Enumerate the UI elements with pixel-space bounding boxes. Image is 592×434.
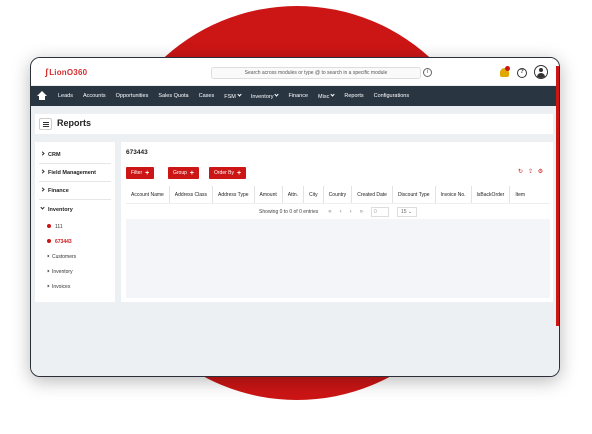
- chevron-right-icon: [40, 151, 45, 156]
- table-body-empty: [126, 219, 550, 298]
- app-window: ʃLionO360 Search across modules or type …: [30, 57, 560, 377]
- sidebar-report-673443[interactable]: 673443: [47, 239, 72, 245]
- chevron-right-icon: [46, 254, 50, 258]
- page-size-value: 15: [400, 208, 407, 215]
- filter-button[interactable]: Filter +: [126, 167, 155, 179]
- divider: [39, 163, 111, 164]
- nav-item-inventory[interactable]: Inventory: [251, 93, 279, 100]
- column-header[interactable]: Item: [510, 186, 530, 203]
- column-header[interactable]: Discount Type: [393, 186, 436, 203]
- chevron-right-icon: [46, 269, 50, 273]
- nav-item-fsm[interactable]: FSM: [224, 93, 241, 100]
- column-header[interactable]: IsBackOrder: [472, 186, 511, 203]
- user-avatar-icon[interactable]: [534, 65, 548, 79]
- sidebar-subitem-label: 673443: [55, 239, 72, 245]
- page-title: Reports: [57, 118, 92, 128]
- logo-mark-icon: ʃ: [45, 67, 49, 77]
- refresh-icon[interactable]: ↻: [517, 169, 524, 176]
- column-header[interactable]: Country: [324, 186, 353, 203]
- nav-item-misc[interactable]: Misc: [318, 93, 334, 100]
- page-size-select[interactable]: 15 ⌄: [396, 206, 417, 217]
- home-icon[interactable]: [37, 91, 47, 101]
- report-panel: 673443 Filter + Group + Order By + ↻ ⇪ ⚙ Ac…: [121, 142, 553, 302]
- filter-button-label: Filter: [131, 170, 143, 176]
- sidebar-section-field-management[interactable]: Field Management: [40, 169, 96, 176]
- nav-item-configurations[interactable]: Configurations: [374, 93, 409, 99]
- sidebar-section-crm[interactable]: CRM: [40, 151, 61, 158]
- column-header[interactable]: Attn.: [283, 186, 305, 203]
- nav-item-sales-quota[interactable]: Sales Quota: [158, 93, 188, 99]
- app-logo[interactable]: ʃLionO360: [45, 67, 87, 77]
- sidebar-folder-inventory[interactable]: Inventory: [46, 269, 73, 275]
- order-by-button-label: Order By: [214, 170, 235, 176]
- last-page-icon[interactable]: »: [360, 209, 363, 215]
- sidebar-subitem-label: 111: [55, 224, 63, 230]
- group-button-label: Group: [173, 170, 187, 176]
- sidebar-subitem-label: Inventory: [52, 269, 73, 275]
- column-header[interactable]: Address Class: [170, 186, 214, 203]
- sidebar-section-inventory[interactable]: Inventory: [40, 205, 73, 213]
- sidebar-section-label: CRM: [48, 152, 61, 158]
- nav-item-opportunities[interactable]: Opportunities: [116, 93, 149, 99]
- global-search-input[interactable]: Search across modules or type @ to searc…: [211, 67, 421, 79]
- chevron-right-icon: [40, 187, 45, 192]
- column-header[interactable]: City: [304, 186, 324, 203]
- report-title: 673443: [126, 149, 148, 156]
- prev-page-icon[interactable]: ‹: [340, 209, 342, 215]
- sidebar-report-111[interactable]: 111: [47, 224, 63, 230]
- column-header[interactable]: Amount: [255, 186, 283, 203]
- chevron-right-icon: [46, 284, 50, 288]
- nav-item-reports[interactable]: Reports: [344, 93, 363, 99]
- bullet-icon: [47, 224, 51, 228]
- nav-items: Leads Accounts Opportunities Sales Quota Cas…: [53, 86, 414, 106]
- top-bar: ʃLionO360 Search across modules or type …: [31, 58, 559, 86]
- scrollbar[interactable]: [556, 66, 559, 326]
- bullet-icon: [47, 239, 51, 243]
- plus-icon: +: [237, 170, 242, 177]
- content-area: Reports CRM Field Management Finance Inv…: [31, 106, 559, 376]
- group-button[interactable]: Group +: [168, 167, 199, 179]
- logo-text: LionO360: [49, 68, 88, 77]
- order-by-button[interactable]: Order By +: [209, 167, 247, 179]
- chevron-down-icon: [40, 205, 45, 210]
- main-navbar: Leads Accounts Opportunities Sales Quota Cas…: [31, 86, 559, 106]
- pagination-info: Showing 0 to 0 of 0 entries: [259, 208, 319, 215]
- reports-sidebar: CRM Field Management Finance Inventory 1…: [35, 142, 115, 302]
- column-header[interactable]: Address Type: [213, 186, 255, 203]
- nav-item-accounts[interactable]: Accounts: [83, 93, 106, 99]
- column-header[interactable]: Invoice No.: [436, 186, 472, 203]
- nav-item-finance[interactable]: Finance: [288, 93, 308, 99]
- menu-toggle-icon[interactable]: [39, 118, 52, 130]
- nav-item-leads[interactable]: Leads: [58, 93, 73, 99]
- report-table: Account Name Address Class Address Type Amo…: [126, 186, 550, 298]
- page-number-input[interactable]: 0: [370, 206, 389, 217]
- chevron-right-icon: [40, 169, 45, 174]
- plus-icon: +: [189, 170, 194, 177]
- page-header: Reports: [35, 114, 553, 134]
- nav-item-cases[interactable]: Cases: [199, 93, 215, 99]
- plus-icon: +: [145, 170, 150, 177]
- sidebar-subitem-label: Customers: [52, 254, 77, 260]
- settings-icon[interactable]: ⚙: [537, 169, 544, 176]
- sidebar-section-label: Field Management: [48, 170, 96, 176]
- stage: ʃLionO360 Search across modules or type …: [0, 0, 592, 434]
- divider: [39, 199, 111, 200]
- sidebar-section-finance[interactable]: Finance: [40, 187, 69, 194]
- table-header: Account Name Address Class Address Type Amo…: [126, 186, 550, 204]
- info-icon[interactable]: i: [423, 68, 432, 77]
- sidebar-subitem-label: Invoices: [52, 284, 71, 290]
- first-page-icon[interactable]: «: [328, 209, 331, 215]
- sidebar-section-label: Finance: [48, 188, 69, 194]
- sidebar-folder-invoices[interactable]: Invoices: [46, 284, 71, 290]
- sidebar-folder-customers[interactable]: Customers: [46, 254, 77, 260]
- column-header[interactable]: Created Date: [352, 186, 393, 203]
- divider: [39, 181, 111, 182]
- sidebar-section-label: Inventory: [48, 207, 73, 213]
- export-icon[interactable]: ⇪: [527, 169, 534, 176]
- pagination: Showing 0 to 0 of 0 entries « ‹ › » 0 15…: [126, 204, 550, 219]
- help-icon[interactable]: ?: [517, 68, 527, 78]
- column-header[interactable]: Account Name: [126, 186, 170, 203]
- next-page-icon[interactable]: ›: [350, 209, 352, 215]
- notification-badge: [505, 66, 510, 71]
